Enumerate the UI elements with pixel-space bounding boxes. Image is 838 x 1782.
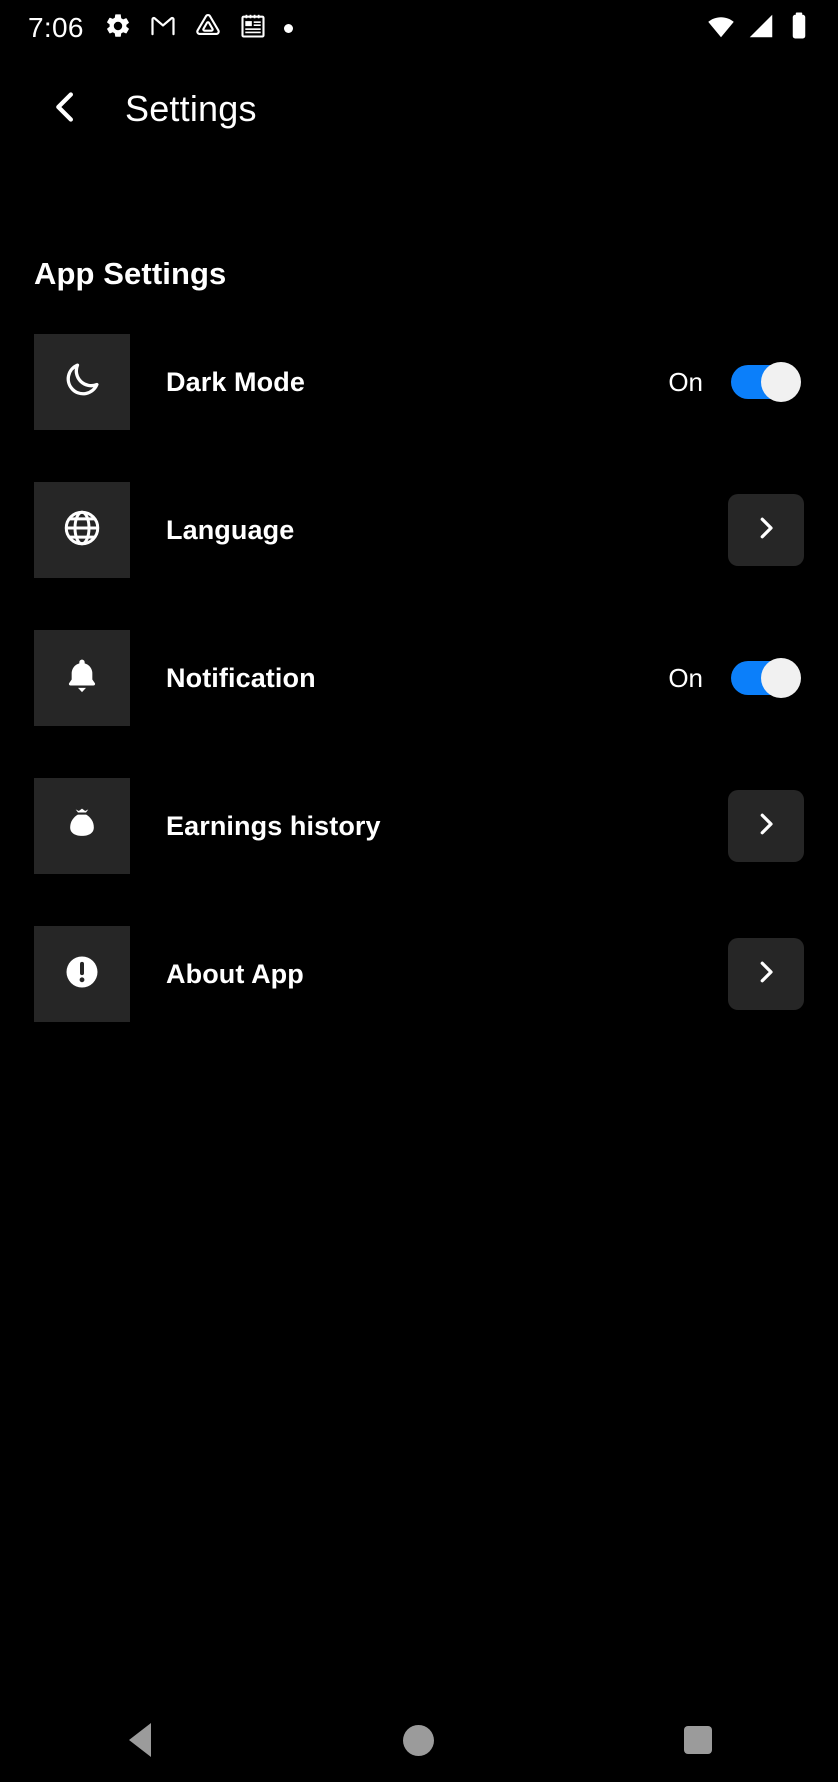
row-icon-tile xyxy=(34,778,130,874)
nav-recents-button[interactable] xyxy=(643,1698,753,1782)
settings-row-label: Earnings history xyxy=(166,810,381,841)
drive-triangle-icon xyxy=(194,12,222,45)
back-button[interactable] xyxy=(42,86,88,132)
dark-mode-toggle[interactable] xyxy=(731,362,801,402)
settings-row-earnings-history[interactable]: Earnings history xyxy=(34,778,804,874)
settings-row-value: On xyxy=(668,366,703,397)
settings-row-label: Notification xyxy=(166,662,316,693)
settings-list: Dark Mode On Language Notification On Ea… xyxy=(0,334,838,1022)
gmail-icon xyxy=(149,12,177,45)
app-bar: Settings xyxy=(0,66,838,152)
status-bar-left: 7:06 xyxy=(28,12,706,45)
earnings-history-chevron-button[interactable] xyxy=(728,790,804,862)
status-bar-right xyxy=(706,11,812,46)
android-nav-bar xyxy=(0,1698,838,1782)
settings-row-label: Language xyxy=(166,514,295,545)
section-title: App Settings xyxy=(34,256,227,291)
settings-row-notification[interactable]: Notification On xyxy=(34,630,804,726)
row-icon-tile xyxy=(34,482,130,578)
status-time: 7:06 xyxy=(28,12,84,43)
moon-icon xyxy=(61,359,103,406)
row-icon-tile xyxy=(34,334,130,430)
chevron-left-icon xyxy=(45,87,85,132)
chevron-right-icon xyxy=(751,513,781,548)
language-chevron-button[interactable] xyxy=(728,494,804,566)
toggle-knob xyxy=(761,658,801,698)
row-icon-tile xyxy=(34,630,130,726)
chevron-right-icon xyxy=(751,957,781,992)
notes-icon xyxy=(239,12,267,45)
chevron-right-icon xyxy=(751,809,781,844)
notification-toggle[interactable] xyxy=(731,658,801,698)
nav-back-button[interactable] xyxy=(85,1698,195,1782)
settings-row-value: On xyxy=(668,662,703,693)
page-title: Settings xyxy=(125,88,257,129)
battery-icon xyxy=(786,11,812,46)
settings-row-label: Dark Mode xyxy=(166,366,305,397)
nav-home-button[interactable] xyxy=(364,1698,474,1782)
recents-square-icon xyxy=(684,1726,713,1754)
more-dot-icon xyxy=(283,23,293,33)
cellular-signal-icon xyxy=(746,11,776,46)
row-icon-tile xyxy=(34,926,130,1022)
toggle-knob xyxy=(761,362,801,402)
wifi-icon xyxy=(706,11,736,46)
settings-row-dark-mode[interactable]: Dark Mode On xyxy=(34,334,804,430)
globe-icon xyxy=(61,507,103,554)
bell-icon xyxy=(62,656,102,701)
money-bag-icon xyxy=(62,804,102,849)
settings-row-label: About App xyxy=(166,958,304,989)
home-circle-icon xyxy=(403,1724,435,1756)
back-triangle-icon xyxy=(128,1723,151,1757)
gear-icon xyxy=(104,12,132,45)
status-bar: 7:06 xyxy=(0,0,838,56)
settings-row-language[interactable]: Language xyxy=(34,482,804,578)
info-circle-icon xyxy=(62,952,102,997)
about-app-chevron-button[interactable] xyxy=(728,938,804,1010)
settings-row-about-app[interactable]: About App xyxy=(34,926,804,1022)
